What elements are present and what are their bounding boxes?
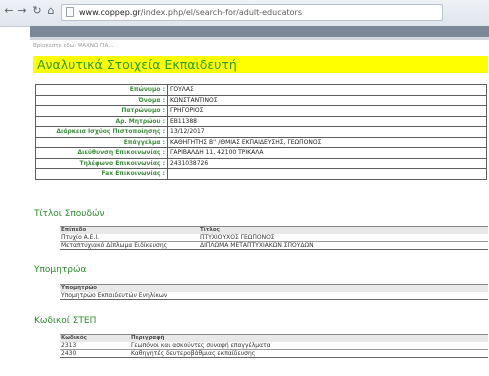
detail-value: ΚΑΘΗΓΗΤΗΣ Β'' /ΘΜΙΑΣ ΕΚΠΑΙΔΕΥΣΗΣ, ΓΕΩΠΟΝ… <box>167 136 487 148</box>
breadcrumb: Βρίσκεστε εδώ: ΨΑΧΝΩ ΓΙΑ... <box>33 43 114 49</box>
table-row: 2430 Καθηγητές δευτεροβάθμιας εκπαίδευση… <box>60 349 488 358</box>
column-header: Επίπεδο <box>60 226 199 234</box>
table-cell: Μεταπτυχιακό Δίπλωμα Ειδίκευσης <box>60 241 199 250</box>
column-header: Υπομητρώο <box>60 284 488 292</box>
studies-heading: Τίτλοι Σπουδών <box>34 209 105 219</box>
banner-strip <box>30 37 489 40</box>
detail-value: ΓΡΗΓΟΡΙΟΣ <box>167 105 487 117</box>
detail-value: ΓΑΡΙΒΑΛΔΗ 11, 42100 ΤΡΙΚΑΛΑ <box>167 147 487 159</box>
column-header: Τίτλος <box>199 226 488 234</box>
detail-value: 2431038726 <box>167 157 487 169</box>
detail-label: Πατρώνυμο : <box>35 105 168 117</box>
detail-value: 13/12/2017 <box>167 126 487 138</box>
table-cell: ΔΙΠΛΩΜΑ ΜΕΤΑΠΤΥΧΙΑΚΩΝ ΣΠΟΥΔΩΝ <box>199 241 488 250</box>
step-codes-heading: Κωδικοί ΣΤΕΠ <box>34 316 97 326</box>
detail-label: Επώνυμο : <box>35 84 168 96</box>
detail-value: ΓΟΥΛΑΣ <box>167 84 487 96</box>
url-path: /index.php/el/search-for/adult-educators <box>140 8 302 17</box>
detail-value <box>167 168 487 180</box>
registries-heading: Υπομητρώα <box>34 265 87 275</box>
table-cell: 2313 <box>60 342 130 350</box>
page-icon <box>66 7 74 17</box>
site-banner <box>30 26 489 37</box>
page-title: Αναλυτικά Στοιχεία Εκπαιδευτή <box>37 57 237 72</box>
detail-label: Τηλέφωνο Επικοινωνίας : <box>35 157 168 169</box>
column-header: Περιγραφή <box>130 334 488 342</box>
table-cell: Καθηγητές δευτεροβάθμιας εκπαίδευσης <box>130 349 488 358</box>
detail-label: Διεύθυνση Επικοινωνίας : <box>35 147 168 159</box>
table-row: Μεταπτυχιακό Δίπλωμα Ειδίκευσης ΔΙΠΛΩΜΑ … <box>60 241 488 250</box>
address-bar[interactable]: www.coppep.gr/index.php/el/search-for/ad… <box>61 4 443 21</box>
detail-row: Αρ. Μητρώου : ΕΒ11388 <box>35 115 487 127</box>
detail-row: Τηλέφωνο Επικοινωνίας :2431038726 <box>35 157 487 169</box>
detail-row: Όνομα : ΚΩΝΣΤΑΝΤΙΝΟΣ <box>35 94 487 106</box>
detail-row: Διάρκεια Ισχύος Πιστοποίησης :13/12/2017 <box>35 126 487 138</box>
detail-row: Fax Επικοινωνίας : <box>35 168 487 180</box>
detail-row: Διεύθυνση Επικοινωνίας : ΓΑΡΙΒΑΛΔΗ 11, 42… <box>35 147 487 159</box>
column-header: Κωδικός <box>60 334 130 342</box>
detail-label: Διάρκεια Ισχύος Πιστοποίησης : <box>35 126 168 138</box>
detail-label: Όνομα : <box>35 94 168 106</box>
detail-row: Πατρώνυμο : ΓΡΗΓΟΡΙΟΣ <box>35 105 487 117</box>
studies-table: Επίπεδο Τίτλος Πτυχίο Α.Ε.Ι. ΠΤΥΧΙΟΥΧΟΣ … <box>60 226 488 250</box>
detail-row: Επάγγελμα : ΚΑΘΗΓΗΤΗΣ Β'' /ΘΜΙΑΣ ΕΚΠΑΙΔΕΥ… <box>35 136 487 148</box>
table-cell: Γεωπόνοι και ασκούντες συναφή επαγγέλματ… <box>130 342 488 350</box>
reload-icon[interactable]: ↻ <box>31 4 43 18</box>
detail-value: ΚΩΝΣΤΑΝΤΙΝΟΣ <box>167 94 487 106</box>
table-row: Υπομητρώο Εκπαιδευτών Ενηλίκων <box>60 292 488 300</box>
back-icon[interactable]: ← <box>3 4 15 18</box>
table-cell: ΠΤΥΧΙΟΥΧΟΣ ΓΕΩΠΟΝΟΣ <box>199 234 488 242</box>
detail-label: Αρ. Μητρώου : <box>35 115 168 127</box>
educator-details-table: Επώνυμο : ΓΟΥΛΑΣ Όνομα : ΚΩΝΣΤΑΝΤΙΝΟΣ Πατρών… <box>35 84 487 180</box>
forward-icon[interactable]: → <box>16 4 28 18</box>
url-host: www.coppep.gr <box>79 8 141 17</box>
detail-row: Επώνυμο : ΓΟΥΛΑΣ <box>35 84 487 96</box>
step-codes-table: Κωδικός Περιγραφή 2313 Γεωπόνοι και ασκο… <box>60 334 488 358</box>
browser-chrome: ← → ↻ ⌂ www.coppep.gr/index.php/el/searc… <box>0 0 489 27</box>
home-icon[interactable]: ⌂ <box>45 4 57 18</box>
url-text: www.coppep.gr/index.php/el/search-for/ad… <box>79 6 302 19</box>
table-cell: 2430 <box>60 349 130 358</box>
table-row: Πτυχίο Α.Ε.Ι. ΠΤΥΧΙΟΥΧΟΣ ΓΕΩΠΟΝΟΣ <box>60 234 488 242</box>
table-cell: Υπομητρώο Εκπαιδευτών Ενηλίκων <box>60 292 488 300</box>
registries-table: Υπομητρώο Υπομητρώο Εκπαιδευτών Ενηλίκων <box>60 284 488 300</box>
detail-value: ΕΒ11388 <box>167 115 487 127</box>
title-bar: Αναλυτικά Στοιχεία Εκπαιδευτή <box>33 56 488 73</box>
detail-label: Επάγγελμα : <box>35 136 168 148</box>
table-row: 2313 Γεωπόνοι και ασκούντες συναφή επαγγ… <box>60 342 488 350</box>
detail-label: Fax Επικοινωνίας : <box>35 168 168 180</box>
table-cell: Πτυχίο Α.Ε.Ι. <box>60 234 199 242</box>
